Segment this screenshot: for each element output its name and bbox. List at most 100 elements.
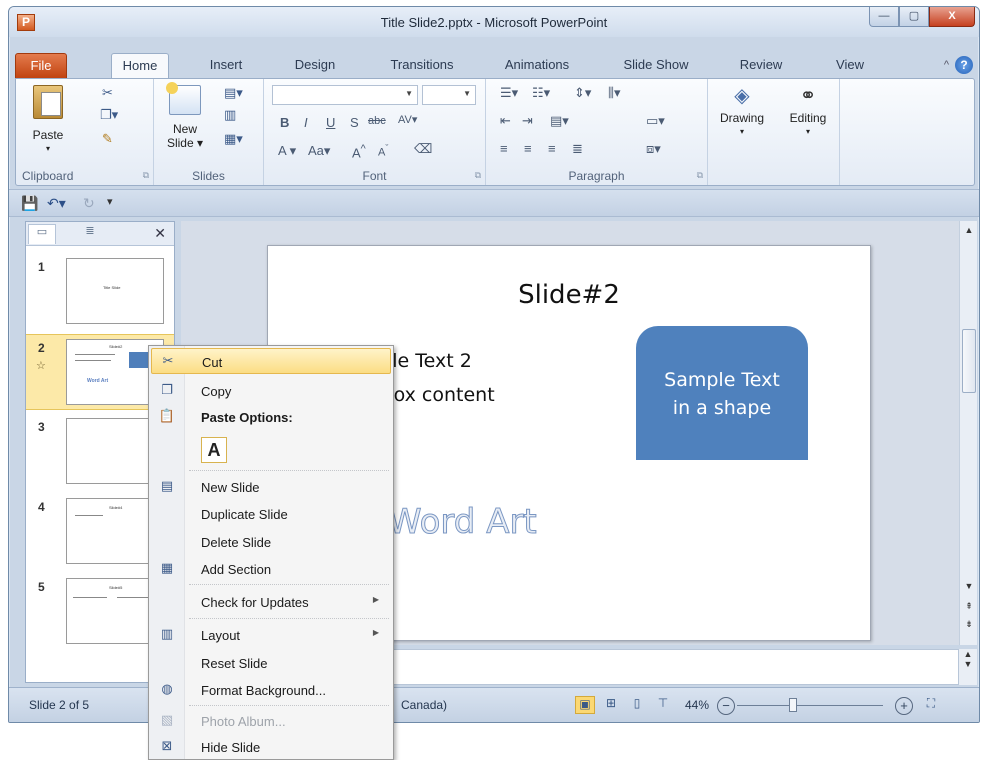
font-launcher-icon[interactable]: ⧉ [475, 170, 481, 181]
tab-insert[interactable]: Insert [201, 53, 251, 79]
bold-icon[interactable]: B [280, 115, 289, 130]
menu-item-photo-album: ▧ Photo Album... [151, 708, 391, 734]
menu-item-add-section[interactable]: ▦ Add Section [151, 556, 391, 582]
fit-to-window-icon[interactable]: ⛶ [921, 696, 941, 714]
drawing-dropdown-icon: ▾ [739, 127, 744, 136]
menu-item-format-background[interactable]: ◍ Format Background... [151, 677, 391, 703]
clipboard-launcher-icon[interactable]: ⧉ [143, 170, 149, 181]
change-case-icon[interactable]: Aa▾ [308, 143, 330, 159]
tab-review[interactable]: Review [731, 53, 791, 79]
pane-close-icon[interactable]: ✕ [154, 225, 166, 242]
notes-scrollbar[interactable]: ▲ ▼ [959, 649, 977, 685]
editing-label: Editing [789, 111, 827, 125]
save-icon[interactable]: 💾 [21, 195, 38, 212]
zoom-slider-track[interactable] [737, 705, 883, 706]
slide-thumbnail-1[interactable]: 1 Title Slide [26, 254, 174, 330]
numbering-icon[interactable]: ☷▾ [532, 85, 550, 101]
align-left-icon[interactable]: ≡ [500, 141, 508, 156]
clipboard-group: Paste ▾ ✂ ❐▾ ✎ Clipboard ⧉ [16, 79, 154, 185]
slide-sorter-view-icon[interactable]: ⊞ [601, 696, 621, 714]
align-center-icon[interactable]: ≡ [524, 141, 532, 156]
font-color-icon[interactable]: A ▾ [278, 143, 296, 159]
minimize-ribbon-icon[interactable]: ^ [944, 59, 949, 71]
thumbnail-number: 1 [38, 260, 45, 274]
menu-item-delete-slide[interactable]: Delete Slide [151, 529, 391, 555]
strikethrough-icon[interactable]: abc [368, 115, 386, 127]
reset-icon[interactable]: ▥ [224, 107, 236, 123]
zoom-out-icon[interactable]: − [717, 697, 735, 715]
scrollbar-thumb[interactable] [962, 329, 976, 393]
menu-item-cut[interactable]: ✂ Cut [151, 348, 391, 374]
rounded-shape[interactable]: Sample Text in a shape [636, 326, 808, 460]
font-size-box[interactable]: ▼ [422, 85, 476, 105]
paragraph-launcher-icon[interactable]: ⧉ [697, 170, 703, 181]
new-slide-button[interactable]: New Slide ▾ [160, 82, 210, 150]
grow-font-icon[interactable]: A^ [352, 143, 366, 160]
layout-icon[interactable]: ▤▾ [224, 85, 243, 101]
format-painter-icon[interactable]: ✎ [102, 131, 113, 147]
menu-item-hide-slide[interactable]: ⊠ Hide Slide [151, 734, 391, 760]
paste-keep-text-only-button[interactable]: A [201, 437, 227, 463]
increase-indent-icon[interactable]: ⇥ [522, 113, 533, 129]
font-name-box[interactable]: ▼ [272, 85, 418, 105]
outline-tab-icon[interactable]: ≣ [76, 224, 104, 244]
help-icon[interactable]: ? [955, 56, 973, 74]
zoom-slider-knob[interactable] [789, 698, 797, 712]
decrease-indent-icon[interactable]: ⇤ [500, 113, 511, 129]
menu-item-layout[interactable]: ▥ Layout ▶ [151, 622, 391, 648]
minimize-button[interactable]: — [869, 7, 899, 27]
underline-icon[interactable]: U [326, 115, 335, 130]
close-button[interactable]: X [929, 7, 975, 27]
clear-formatting-icon[interactable]: ⌫ [414, 141, 432, 157]
menu-item-reset-slide[interactable]: Reset Slide [151, 650, 391, 676]
italic-icon[interactable]: I [304, 115, 308, 130]
tab-design[interactable]: Design [287, 53, 343, 79]
smartart-icon[interactable]: ⧈▾ [646, 141, 661, 157]
zoom-level[interactable]: 44% [685, 698, 709, 712]
wordart-text[interactable]: Word Art [388, 502, 538, 543]
paste-button[interactable]: Paste ▾ [26, 85, 70, 156]
redo-icon[interactable]: ↻ [83, 195, 95, 212]
menu-item-check-for-updates[interactable]: Check for Updates ▶ [151, 589, 391, 615]
menu-item-duplicate-slide[interactable]: Duplicate Slide [151, 501, 391, 527]
reading-view-icon[interactable]: ▯ [627, 696, 647, 714]
tab-animations[interactable]: Animations [493, 53, 581, 79]
editing-button[interactable]: ⚭ Editing ▾ [778, 86, 838, 139]
character-spacing-icon[interactable]: AV▾ [398, 113, 417, 126]
normal-view-icon[interactable]: ▣ [575, 696, 595, 714]
shrink-font-icon[interactable]: Aˇ [378, 143, 388, 159]
menu-item-new-slide[interactable]: ▤ New Slide [151, 474, 391, 500]
justify-icon[interactable]: ≣ [572, 141, 583, 157]
section-icon[interactable]: ▦▾ [224, 131, 243, 147]
slides-tab-icon[interactable]: ▭ [28, 224, 56, 244]
previous-slide-icon[interactable]: ⇞ [960, 601, 978, 612]
text-direction-icon[interactable]: ▤▾ [550, 113, 569, 129]
undo-icon[interactable]: ↶▾ [47, 195, 66, 212]
next-slide-icon[interactable]: ⇟ [960, 619, 978, 630]
align-right-icon[interactable]: ≡ [548, 141, 556, 156]
tab-view[interactable]: View [827, 53, 873, 79]
copy-icon[interactable]: ❐▾ [100, 107, 118, 123]
tab-home[interactable]: Home [111, 53, 169, 80]
language-indicator[interactable]: Canada) [401, 698, 447, 712]
tab-file[interactable]: File [15, 53, 67, 79]
cut-icon[interactable]: ✂ [102, 85, 113, 101]
zoom-in-icon[interactable]: + [895, 697, 913, 715]
slides-group-label: Slides [192, 169, 225, 183]
tab-transitions[interactable]: Transitions [377, 53, 467, 79]
slide-show-view-icon[interactable]: ⊤ [653, 696, 673, 714]
slide-title[interactable]: Slide#2 [268, 280, 870, 310]
menu-item-copy[interactable]: ❐ Copy [151, 378, 391, 404]
bullets-icon[interactable]: ☰▾ [500, 85, 518, 101]
customize-qat-icon[interactable]: ▾ [107, 195, 113, 208]
align-text-icon[interactable]: ▭▾ [646, 113, 665, 129]
shadow-icon[interactable]: S [350, 115, 359, 130]
tab-slide-show[interactable]: Slide Show [613, 53, 699, 79]
scroll-down-icon[interactable]: ▼ [960, 581, 978, 591]
slide-vertical-scrollbar[interactable]: ▲ ▼ ⇞ ⇟ [959, 221, 977, 645]
line-spacing-icon[interactable]: ⇕▾ [574, 85, 591, 101]
scroll-up-icon[interactable]: ▲ [960, 225, 978, 235]
drawing-button[interactable]: ◈ Drawing ▾ [712, 86, 772, 139]
columns-icon[interactable]: ⫼▾ [608, 85, 621, 101]
maximize-button[interactable]: ▢ [899, 7, 929, 27]
